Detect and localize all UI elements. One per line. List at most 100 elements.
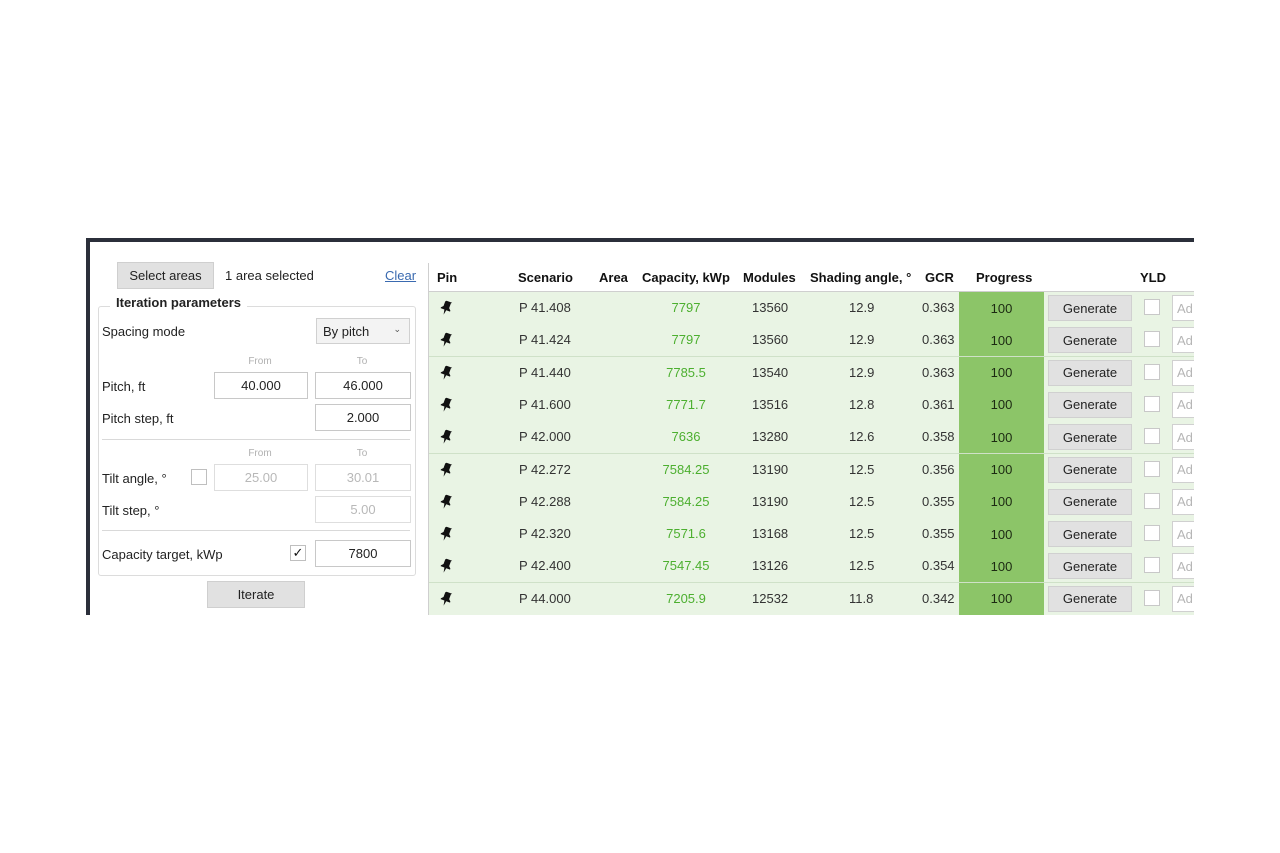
scenario-cell: P 41.408 [519,300,571,315]
yld-checkbox[interactable] [1144,395,1160,412]
yld-checkbox[interactable] [1144,525,1160,542]
generate-button[interactable]: Generate [1048,488,1132,515]
header-shading-angle[interactable]: Shading angle, ° [810,270,911,285]
pitch-to-header: To [356,356,368,367]
header-progress[interactable]: Progress [976,270,1032,285]
gcr-cell: 0.361 [922,396,955,412]
yld-checkbox[interactable] [1144,492,1160,509]
table-row[interactable]: P 41.600 7771.7 13516 12.8 0.361 100 Generate A… [429,388,1194,422]
header-area[interactable]: Area [599,270,628,285]
generate-button[interactable]: Generate [1048,327,1132,354]
window-top-border [86,238,1194,242]
header-gcr[interactable]: GCR [925,270,954,285]
gcr-cell: 0.342 [922,590,955,606]
progress-cell: 100 [959,582,1044,615]
generate-button[interactable]: Generate [1048,391,1132,418]
table-row[interactable]: P 44.000 7205.9 12532 11.8 0.342 100 Generate A… [429,582,1194,615]
pin-icon[interactable] [439,365,453,381]
header-capacity[interactable]: Capacity, kWp [642,270,730,285]
yld-checkbox[interactable] [1144,428,1160,445]
yld-input[interactable]: Ad [1172,424,1194,451]
table-row[interactable]: P 41.408 7797 13560 12.9 0.363 100 Generate Ad [429,292,1194,325]
shading-angle-cell: 12.5 [849,461,875,477]
pin-icon[interactable] [439,591,453,607]
modules-cell: 13540 [752,364,789,380]
yld-checkbox[interactable] [1144,557,1160,574]
pin-icon[interactable] [439,494,453,510]
generate-button[interactable]: Generate [1048,553,1132,580]
table-row[interactable]: P 42.288 7584.25 13190 12.5 0.355 100 Generate… [429,485,1194,519]
pitch-from-input[interactable]: 40.000 [214,372,308,399]
scenario-cell: P 41.424 [519,332,571,348]
yld-input[interactable]: Ad [1172,327,1194,354]
table-row[interactable]: P 41.424 7797 13560 12.9 0.363 100 Generate Ad [429,324,1194,358]
generate-button[interactable]: Generate [1048,424,1132,451]
progress-cell: 100 [959,388,1044,421]
pitch-step-label: Pitch step, ft [102,411,174,426]
progress-cell: 100 [959,485,1044,518]
yld-checkbox[interactable] [1144,363,1160,380]
pin-icon[interactable] [439,526,453,542]
tilt-from-input[interactable]: 25.00 [214,464,308,491]
capacity-cell: 7636 [671,429,701,445]
modules-cell: 13280 [752,429,789,445]
pin-icon[interactable] [439,429,453,445]
capacity-cell: 7797 [671,332,701,348]
iterate-button[interactable]: Iterate [207,581,305,608]
header-scenario[interactable]: Scenario [518,270,573,285]
grid-header: Pin Scenario Area Capacity, kWp Modules … [429,263,1194,292]
yld-input[interactable]: Ad [1172,488,1194,515]
yld-input[interactable]: Ad [1172,391,1194,418]
yld-input[interactable]: Ad [1172,456,1194,483]
section-divider [102,439,410,440]
pin-icon[interactable] [439,332,453,348]
table-row[interactable]: P 42.320 7571.6 13168 12.5 0.355 100 Generate A… [429,518,1194,552]
gcr-cell: 0.356 [922,461,955,477]
table-row[interactable]: P 42.000 7636 13280 12.6 0.358 100 Generate Ad [429,421,1194,455]
yld-checkbox[interactable] [1144,589,1160,606]
pitch-to-input[interactable]: 46.000 [315,372,411,399]
chevron-down-icon: ⌄ [393,324,401,334]
pin-icon[interactable] [439,558,453,574]
yld-input[interactable]: Ad [1172,295,1194,321]
yld-input[interactable]: Ad [1172,553,1194,580]
tilt-angle-checkbox[interactable] [191,469,207,485]
capacity-cell: 7771.7 [666,396,706,412]
yld-checkbox[interactable] [1144,460,1160,477]
gcr-cell: 0.363 [922,332,955,348]
pin-icon[interactable] [439,397,453,413]
capacity-target-input[interactable]: 7800 [315,540,411,567]
yld-input[interactable]: Ad [1172,359,1194,386]
generate-button[interactable]: Generate [1048,456,1132,483]
header-modules[interactable]: Modules [743,270,796,285]
capacity-cell: 7547.45 [662,558,710,574]
select-areas-button[interactable]: Select areas [117,262,214,289]
yld-input[interactable]: Ad [1172,521,1194,548]
table-row[interactable]: P 42.272 7584.25 13190 12.5 0.356 100 Generate… [429,453,1194,487]
pin-icon[interactable] [439,300,453,316]
generate-button[interactable]: Generate [1048,521,1132,548]
scenario-cell: P 41.600 [519,396,571,412]
modules-cell: 12532 [752,590,789,606]
capacity-cell: 7584.25 [662,461,710,477]
header-pin[interactable]: Pin [437,270,457,285]
tilt-step-input[interactable]: 5.00 [315,496,411,523]
clear-link[interactable]: Clear [385,268,416,283]
yld-checkbox[interactable] [1144,299,1160,315]
table-row[interactable]: P 41.440 7785.5 13540 12.9 0.363 100 Generate A… [429,356,1194,390]
generate-button[interactable]: Generate [1048,359,1132,386]
yld-input[interactable]: Ad [1172,585,1194,612]
capacity-target-checkbox[interactable]: ✓ [290,545,306,561]
header-yld[interactable]: YLD [1140,270,1166,285]
spacing-mode-dropdown[interactable]: By pitch ⌄ [316,318,410,344]
checkmark-icon: ✓ [292,545,304,560]
pin-icon[interactable] [439,462,453,478]
pitch-step-input[interactable]: 2.000 [315,404,411,431]
table-row[interactable]: P 42.400 7547.45 13126 12.5 0.354 100 Generate… [429,550,1194,584]
modules-cell: 13560 [752,332,789,348]
yld-checkbox[interactable] [1144,331,1160,348]
generate-button[interactable]: Generate [1048,295,1132,321]
capacity-cell: 7785.5 [666,364,706,380]
generate-button[interactable]: Generate [1048,585,1132,612]
tilt-to-input[interactable]: 30.01 [315,464,411,491]
